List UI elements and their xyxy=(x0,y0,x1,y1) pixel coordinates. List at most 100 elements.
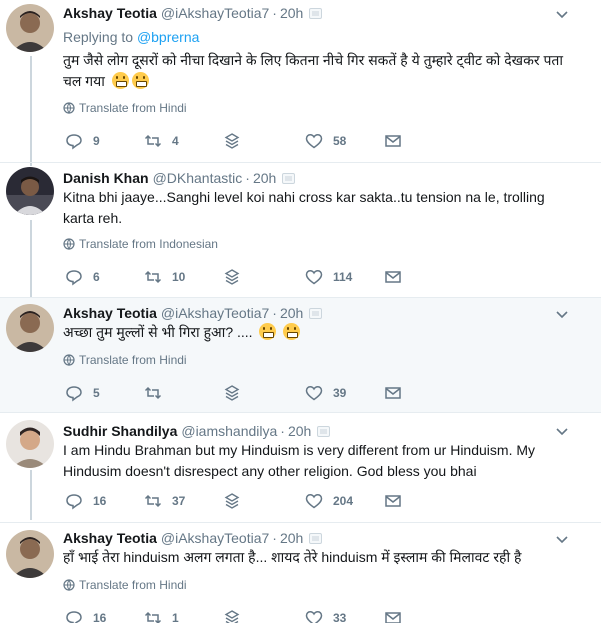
envelope-icon xyxy=(385,387,401,399)
tweet-text: I am Hindu Brahman but my Hinduism is ve… xyxy=(63,440,573,482)
chevron-down-icon[interactable] xyxy=(555,308,569,322)
translate-link[interactable]: Translate from Indonesian xyxy=(63,237,218,251)
stack-button[interactable] xyxy=(223,267,251,287)
heart-icon xyxy=(305,611,323,623)
timestamp[interactable]: 20h xyxy=(280,530,303,546)
stack-button[interactable] xyxy=(223,608,251,623)
avatar[interactable] xyxy=(6,530,54,578)
translate-link[interactable]: Translate from Hindi xyxy=(63,353,187,367)
reply-count: 9 xyxy=(93,134,100,148)
reply-button[interactable]: 9 xyxy=(65,131,100,151)
tweet-text: हाँ भाई तेरा hinduism अलग लगता है... शाय… xyxy=(63,547,583,568)
globe-icon xyxy=(63,579,75,591)
tweet-actions: 9 4 58 xyxy=(63,131,543,151)
reply-button[interactable]: 16 xyxy=(65,491,106,511)
retweet-button[interactable]: 4 xyxy=(144,131,179,151)
avatar[interactable] xyxy=(6,4,54,52)
timestamp[interactable]: 20h xyxy=(280,5,303,21)
like-count: 58 xyxy=(333,134,347,148)
stack-button[interactable] xyxy=(223,131,251,151)
reply-button[interactable]: 5 xyxy=(65,383,100,403)
like-count: 114 xyxy=(333,270,353,284)
user-handle[interactable]: @iAkshayTeotia7 xyxy=(161,5,269,21)
like-button[interactable]: 33 xyxy=(305,608,346,623)
user-handle[interactable]: @iamshandilya xyxy=(181,423,277,439)
retweet-button[interactable] xyxy=(144,383,172,403)
display-name[interactable]: Danish Khan xyxy=(63,170,149,186)
tweet-text-body: Kitna bhi jaaye...Sanghi level koi nahi … xyxy=(63,189,545,226)
timestamp[interactable]: 20h xyxy=(280,305,303,321)
direct-message-button[interactable] xyxy=(384,383,412,403)
like-button[interactable]: 204 xyxy=(305,491,353,511)
tweet-text: Kitna bhi jaaye...Sanghi level koi nahi … xyxy=(63,187,573,229)
separator-dot: · xyxy=(245,170,250,186)
retweet-button[interactable]: 1 xyxy=(144,608,179,623)
timestamp[interactable]: 20h xyxy=(253,170,276,186)
tweet-header: Danish Khan @DKhantastic · 20h xyxy=(63,168,296,188)
reply-button[interactable]: 6 xyxy=(65,267,100,287)
envelope-icon xyxy=(385,271,401,283)
reply-button[interactable]: 16 xyxy=(65,608,106,623)
mention-link[interactable]: @bprerna xyxy=(137,29,199,45)
tweet-header: Sudhir Shandilya @iamshandilya · 20h xyxy=(63,421,331,441)
retweet-count: 4 xyxy=(172,134,179,148)
direct-message-button[interactable] xyxy=(384,131,412,151)
reply-icon xyxy=(66,386,82,402)
image-placeholder-icon xyxy=(309,7,323,19)
tweet-actions: 5 39 xyxy=(63,383,543,403)
stack-button[interactable] xyxy=(223,491,251,511)
envelope-icon xyxy=(385,495,401,507)
tweet[interactable]: Danish Khan @DKhantastic · 20h Kitna bhi… xyxy=(0,163,601,298)
direct-message-button[interactable] xyxy=(384,491,412,511)
tweet-text: अच्छा तुम मुल्लों से भी गिरा हुआ? .... xyxy=(63,322,563,343)
envelope-icon xyxy=(385,135,401,147)
image-placeholder-icon xyxy=(282,172,296,184)
display-name[interactable]: Akshay Teotia xyxy=(63,5,157,21)
grimacing-emoji-icon xyxy=(131,72,149,89)
retweet-count: 10 xyxy=(172,270,186,284)
tweet[interactable]: Akshay Teotia @iAkshayTeotia7 · 20h हाँ … xyxy=(0,523,601,623)
chevron-down-icon[interactable] xyxy=(555,8,569,22)
timestamp[interactable]: 20h xyxy=(288,423,311,439)
user-handle[interactable]: @DKhantastic xyxy=(153,170,243,186)
chevron-down-icon[interactable] xyxy=(555,533,569,547)
tweet-actions: 16 1 33 xyxy=(63,608,543,623)
reply-icon xyxy=(66,134,82,150)
display-name[interactable]: Akshay Teotia xyxy=(63,305,157,321)
tweet[interactable]: Akshay Teotia @iAkshayTeotia7 · 20h अच्छ… xyxy=(0,298,601,413)
user-handle[interactable]: @iAkshayTeotia7 xyxy=(161,305,269,321)
stack-button[interactable] xyxy=(223,383,251,403)
user-handle[interactable]: @iAkshayTeotia7 xyxy=(161,530,269,546)
avatar[interactable] xyxy=(6,304,54,352)
like-button[interactable]: 114 xyxy=(305,267,352,287)
layers-icon xyxy=(224,385,240,401)
heart-icon xyxy=(305,386,323,401)
tweet-actions: 16 37 204 xyxy=(63,491,543,511)
chevron-down-icon[interactable] xyxy=(555,425,569,439)
image-placeholder-icon xyxy=(317,425,331,437)
like-button[interactable]: 39 xyxy=(305,383,346,403)
direct-message-button[interactable] xyxy=(384,267,412,287)
grimacing-emoji-icon xyxy=(283,323,301,340)
translate-link[interactable]: Translate from Hindi xyxy=(63,101,187,115)
tweet[interactable]: Akshay Teotia @iAkshayTeotia7 · 20h Repl… xyxy=(0,0,601,163)
retweet-icon xyxy=(144,611,162,623)
like-count: 39 xyxy=(333,386,347,400)
tweet-actions: 6 10 114 xyxy=(63,267,543,287)
display-name[interactable]: Sudhir Shandilya xyxy=(63,423,177,439)
retweet-button[interactable]: 37 xyxy=(144,491,185,511)
separator-dot: · xyxy=(280,423,285,439)
avatar[interactable] xyxy=(6,167,54,215)
tweet-text: तुम जैसे लोग दूसरों को नीचा दिखाने के लि… xyxy=(63,50,563,92)
separator-dot: · xyxy=(272,5,277,21)
grimacing-emoji-icon xyxy=(259,323,277,340)
tweet-text-body: I am Hindu Brahman but my Hinduism is ve… xyxy=(63,442,536,479)
like-button[interactable]: 58 xyxy=(305,131,346,151)
translate-link[interactable]: Translate from Hindi xyxy=(63,578,187,592)
layers-icon xyxy=(224,493,240,509)
direct-message-button[interactable] xyxy=(384,608,412,623)
retweet-button[interactable]: 10 xyxy=(144,267,185,287)
avatar[interactable] xyxy=(6,420,54,468)
display-name[interactable]: Akshay Teotia xyxy=(63,530,157,546)
tweet[interactable]: Sudhir Shandilya @iamshandilya · 20h I a… xyxy=(0,413,601,523)
